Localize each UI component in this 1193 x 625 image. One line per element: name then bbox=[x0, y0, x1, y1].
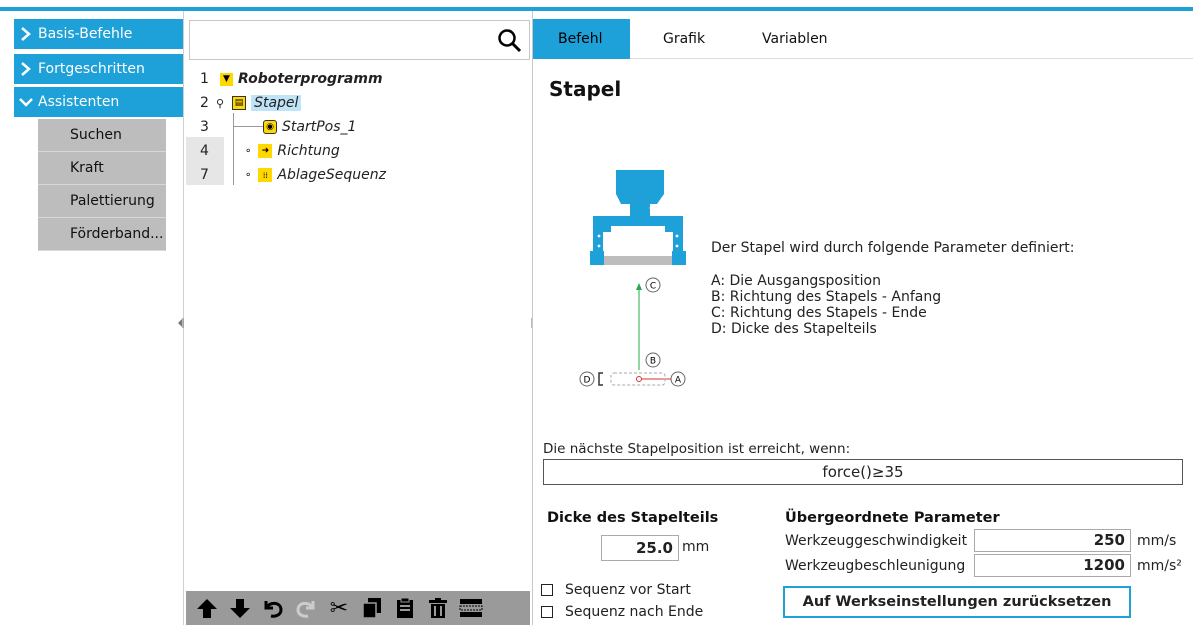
tree-item-stapel[interactable]: ⚲ ▤ Stapel bbox=[216, 95, 302, 111]
tree-row[interactable]: 7 ⚬ ⁞⁞ AblageSequenz bbox=[186, 163, 526, 187]
seq-after-end-checkbox[interactable]: Sequenz nach Ende bbox=[541, 604, 703, 620]
condition-expression-field[interactable]: force()≥35 bbox=[543, 459, 1183, 485]
chevron-down-icon bbox=[14, 96, 38, 108]
delete-icon[interactable] bbox=[425, 595, 451, 621]
tool-accel-label: Werkzeugbeschleunigung bbox=[785, 558, 966, 574]
wizard-foerderband[interactable]: Förderband... bbox=[38, 218, 166, 251]
tree-item-label: Roboterprogramm bbox=[238, 71, 383, 87]
tree-item-label: AblageSequenz bbox=[277, 167, 386, 183]
tree-toolbar: ✂ bbox=[186, 591, 530, 625]
search-icon[interactable] bbox=[497, 28, 523, 54]
top-bar bbox=[0, 0, 1193, 11]
tool-speed-input[interactable]: 250 bbox=[974, 529, 1131, 552]
suppress-icon[interactable] bbox=[458, 595, 484, 621]
line-number: 4 bbox=[200, 143, 209, 159]
tab-grafik[interactable]: Grafik bbox=[663, 19, 705, 59]
category-assistenten[interactable]: Assistenten bbox=[14, 87, 183, 117]
param-c-text: C: Richtung des Stapels - Ende bbox=[711, 305, 927, 321]
move-up-icon[interactable] bbox=[194, 595, 220, 621]
program-root-icon: ▼ bbox=[220, 72, 233, 86]
param-a-text: A: Die Ausgangsposition bbox=[711, 273, 881, 289]
polyscope-screen: Basis-Befehle Fortgeschritten Assistente… bbox=[0, 0, 1193, 625]
tool-speed-label: Werkzeuggeschwindigkeit bbox=[785, 533, 968, 549]
wizard-kraft[interactable]: Kraft bbox=[38, 152, 166, 185]
category-label: Basis-Befehle bbox=[38, 26, 133, 42]
editor-tabs: Befehl Grafik Variablen bbox=[533, 19, 1193, 59]
expand-toggle-icon[interactable]: ⚬ bbox=[244, 170, 252, 181]
tree-row[interactable]: 2 ⚲ ▤ Stapel bbox=[186, 91, 526, 115]
condition-label: Die nächste Stapelposition ist erreicht,… bbox=[543, 441, 851, 457]
line-number: 1 bbox=[200, 71, 209, 87]
cut-icon[interactable]: ✂ bbox=[326, 595, 352, 621]
checkbox-label: Sequenz vor Start bbox=[565, 582, 691, 598]
checkbox-label: Sequenz nach Ende bbox=[565, 604, 704, 620]
tree-item-ablagesequenz[interactable]: ⚬ ⁞⁞ AblageSequenz bbox=[244, 167, 386, 183]
tool-speed-unit: mm/s bbox=[1137, 533, 1177, 549]
category-fortgeschritten[interactable]: Fortgeschritten bbox=[14, 54, 183, 84]
tree-item-richtung[interactable]: ⚬ ➜ Richtung bbox=[244, 143, 340, 159]
collapse-sidebar-handle[interactable] bbox=[176, 317, 186, 331]
thickness-input[interactable]: 25.0 bbox=[601, 535, 679, 561]
tree-search-input[interactable] bbox=[189, 20, 530, 60]
diagram-letter-d: D bbox=[584, 376, 591, 386]
wizard-palettierung[interactable]: Palettierung bbox=[38, 185, 166, 218]
sequence-grid-icon: ⁞⁞ bbox=[258, 168, 273, 182]
paste-icon[interactable] bbox=[392, 595, 418, 621]
param-d-text: D: Dicke des Stapelteils bbox=[711, 321, 877, 337]
stack-intro-text: Der Stapel wird durch folgende Parameter… bbox=[711, 240, 1075, 256]
tree-item-startpos[interactable]: ◉ StartPos_1 bbox=[263, 119, 356, 135]
chevron-right-icon bbox=[14, 27, 38, 41]
undo-icon[interactable] bbox=[260, 595, 286, 621]
program-tree-panel: 1 ▼ Roboterprogramm 2 ⚲ ▤ Stapel 3 ◉ Sta… bbox=[186, 11, 530, 625]
reset-defaults-button[interactable]: Auf Werkseinstellungen zurücksetzen bbox=[783, 586, 1131, 618]
tree-item-label: Stapel bbox=[251, 95, 302, 111]
gripper-illustration bbox=[590, 170, 686, 265]
category-label: Assistenten bbox=[38, 94, 120, 110]
thickness-unit: mm bbox=[682, 539, 710, 555]
tree-row[interactable]: 4 ⚬ ➜ Richtung bbox=[186, 139, 526, 163]
chevron-right-icon bbox=[14, 62, 38, 76]
tab-befehl[interactable]: Befehl bbox=[533, 19, 630, 59]
checkbox-box[interactable] bbox=[541, 606, 553, 618]
category-basis-befehle[interactable]: Basis-Befehle bbox=[14, 19, 183, 49]
diagram-letter-a: A bbox=[675, 376, 682, 386]
parent-params-header: Übergeordnete Parameter bbox=[785, 510, 1000, 526]
redo-icon[interactable] bbox=[293, 595, 319, 621]
tree-row[interactable]: 3 ◉ StartPos_1 bbox=[186, 115, 526, 139]
thickness-header: Dicke des Stapelteils bbox=[547, 510, 719, 526]
move-down-icon[interactable] bbox=[227, 595, 253, 621]
stack-diagram: C B A D bbox=[579, 170, 686, 387]
param-b-text: B: Richtung des Stapels - Anfang bbox=[711, 289, 942, 305]
node-editor-panel: Befehl Grafik Variablen Stapel C B A D D… bbox=[532, 11, 1193, 625]
tree-item-label: Richtung bbox=[277, 143, 340, 159]
tree-item-roboterprogramm[interactable]: ▼ Roboterprogramm bbox=[220, 71, 383, 87]
stack-icon: ▤ bbox=[232, 96, 247, 110]
copy-icon[interactable] bbox=[359, 595, 385, 621]
seq-before-start-checkbox[interactable]: Sequenz vor Start bbox=[541, 582, 691, 598]
category-label: Fortgeschritten bbox=[38, 61, 145, 77]
wizard-suchen[interactable]: Suchen bbox=[38, 119, 166, 152]
line-number: 3 bbox=[200, 119, 209, 135]
tree-row[interactable]: 1 ▼ Roboterprogramm bbox=[186, 67, 526, 91]
tab-variablen[interactable]: Variablen bbox=[762, 19, 828, 59]
expand-toggle-icon[interactable]: ⚲ bbox=[216, 97, 224, 110]
waypoint-icon: ◉ bbox=[263, 120, 277, 134]
checkbox-box[interactable] bbox=[541, 584, 553, 596]
tree-item-label: StartPos_1 bbox=[282, 119, 357, 135]
diagram-letter-b: B bbox=[650, 357, 656, 367]
tool-accel-unit: mm/s² bbox=[1137, 558, 1182, 574]
tool-accel-input[interactable]: 1200 bbox=[974, 554, 1131, 577]
program-node-sidebar: Basis-Befehle Fortgeschritten Assistente… bbox=[0, 11, 184, 625]
line-number: 7 bbox=[200, 167, 209, 183]
expand-toggle-icon[interactable]: ⚬ bbox=[244, 146, 252, 157]
diagram-letter-c: C bbox=[650, 282, 656, 292]
page-title: Stapel bbox=[549, 77, 622, 101]
direction-arrow-icon: ➜ bbox=[258, 144, 273, 158]
